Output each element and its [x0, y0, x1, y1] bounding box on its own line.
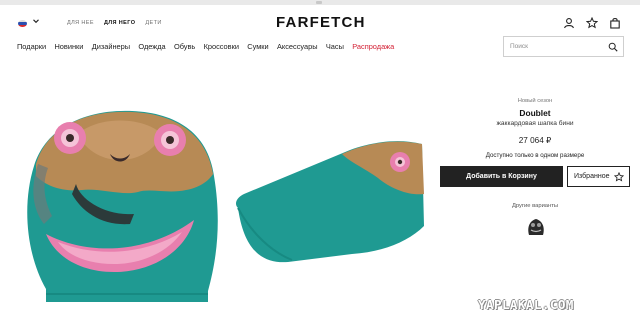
add-to-bag-button[interactable]: Добавить в Корзину — [440, 166, 563, 187]
season-label: Новый сезон — [517, 98, 553, 104]
nav-item-clothing[interactable]: Одежда — [138, 42, 165, 51]
product-image-side[interactable] — [232, 124, 424, 274]
main-nav: Подарки Новинки Дизайнеры Одежда Обувь К… — [17, 42, 394, 51]
star-icon — [614, 172, 624, 182]
add-to-bag-label: Добавить в Корзину — [466, 173, 537, 180]
product-details: Новый сезон Doublet жаккардовая шапка би… — [440, 0, 630, 334]
nav-item-designers[interactable]: Дизайнеры — [92, 42, 130, 51]
product-image-front[interactable] — [18, 104, 230, 314]
nav-item-bags[interactable]: Сумки — [247, 42, 268, 51]
brand-name[interactable]: Doublet — [440, 108, 630, 118]
nav-item-shoes[interactable]: Обувь — [174, 42, 195, 51]
other-variants-label: Другие варианты — [511, 203, 559, 209]
nav-item-sale[interactable]: Распродажа — [352, 42, 394, 51]
size-availability: Доступно только в одном размере — [485, 152, 585, 159]
top-strip-handle — [316, 1, 322, 4]
gender-tabs: ДЛЯ НЕЕ ДЛЯ НЕГО ДЕТИ — [67, 20, 162, 26]
tab-kids[interactable]: ДЕТИ — [145, 20, 161, 26]
site-watermark: YAPLAKAL.COM — [478, 297, 574, 312]
wishlist-button[interactable]: Избранное — [567, 166, 630, 187]
nav-item-watches[interactable]: Часы — [326, 42, 344, 51]
product-price: 27 064 ₽ — [518, 136, 552, 145]
nav-item-new-in[interactable]: Новинки — [54, 42, 83, 51]
russia-flag-icon[interactable] — [18, 20, 27, 27]
chevron-down-icon[interactable] — [32, 17, 40, 27]
variant-thumbnail[interactable] — [525, 216, 547, 238]
nav-item-accessories[interactable]: Аксессуары — [277, 42, 318, 51]
tab-women[interactable]: ДЛЯ НЕЕ — [67, 20, 94, 26]
nav-item-sneakers[interactable]: Кроссовки — [204, 42, 239, 51]
wishlist-label: Избранное — [574, 173, 610, 180]
product-description: жаккардовая шапка бини — [496, 120, 574, 127]
site-logo[interactable]: FARFETCH — [276, 14, 366, 31]
tab-men[interactable]: ДЛЯ НЕГО — [104, 20, 135, 26]
nav-item-gifts[interactable]: Подарки — [17, 42, 46, 51]
